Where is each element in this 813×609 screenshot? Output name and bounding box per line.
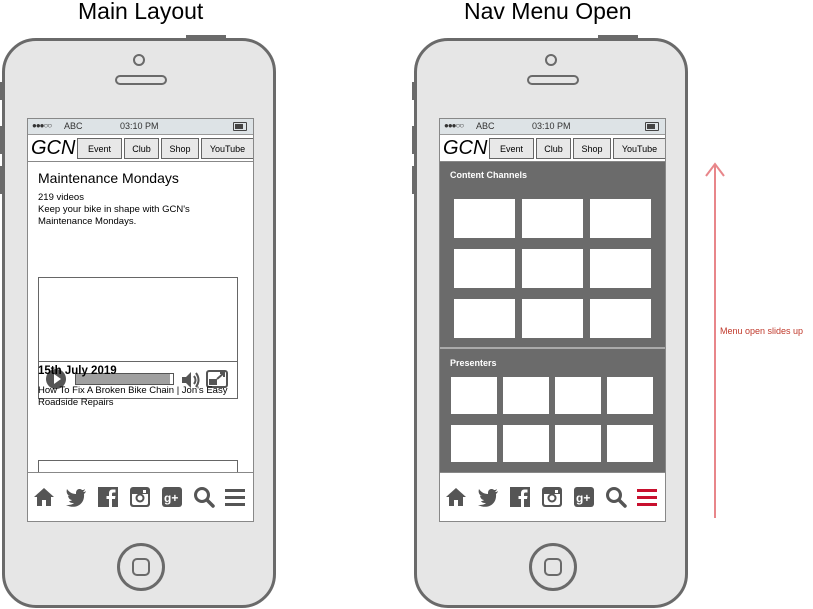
- channel-tile[interactable]: [522, 199, 583, 238]
- screen: ●●●○○ ABC 03:10 PM GCN Event Club Shop Y…: [27, 118, 254, 522]
- facebook-icon[interactable]: [509, 486, 531, 508]
- nav-youtube-button[interactable]: YouTube: [613, 138, 665, 159]
- home-button[interactable]: [529, 543, 577, 591]
- bottom-toolbar: g+: [440, 472, 665, 521]
- top-nav: GCN Event Club Shop YouTube: [28, 135, 253, 162]
- home-button[interactable]: [117, 543, 165, 591]
- presenter-tile[interactable]: [451, 377, 497, 414]
- nav-shop-button[interactable]: Shop: [573, 138, 611, 159]
- screen: ●●●○○ ABC 03:10 PM GCN Event Club Shop Y…: [439, 118, 666, 522]
- facebook-icon[interactable]: [97, 486, 119, 508]
- presenter-tile[interactable]: [555, 377, 601, 414]
- signal-indicator: ●●●○○: [444, 121, 464, 130]
- search-icon[interactable]: [605, 486, 627, 508]
- svg-text:g+: g+: [576, 491, 590, 505]
- clock: 03:10 PM: [120, 121, 159, 131]
- speaker: [115, 75, 167, 85]
- gcn-logo[interactable]: GCN: [443, 137, 487, 160]
- camera: [545, 54, 557, 66]
- menu-divider: [440, 347, 665, 349]
- presenter-tile[interactable]: [555, 425, 601, 462]
- video-count: 219 videos: [38, 192, 84, 203]
- video-title-line-2: Roadside Repairs: [38, 397, 114, 408]
- channel-tile[interactable]: [590, 249, 651, 288]
- nav-menu-open-title: Nav Menu Open: [464, 0, 632, 24]
- gcn-logo[interactable]: GCN: [31, 137, 75, 160]
- phone-nav-menu-open: ●●●○○ ABC 03:10 PM GCN Event Club Shop Y…: [412, 35, 688, 608]
- google-plus-icon[interactable]: g+: [161, 486, 183, 508]
- instagram-icon[interactable]: [129, 486, 151, 508]
- channel-tile[interactable]: [454, 199, 515, 238]
- channel-tile[interactable]: [522, 299, 583, 338]
- home-icon[interactable]: [33, 486, 55, 508]
- menu-slides-up-note: Menu open slides up: [720, 326, 804, 336]
- slide-up-arrow-icon: [705, 162, 725, 518]
- nav-club-button[interactable]: Club: [536, 138, 571, 159]
- menu-icon[interactable]: [224, 486, 246, 508]
- presenters-heading: Presenters: [450, 358, 497, 368]
- nav-menu-overlay: Content Channels Presenters: [440, 162, 665, 474]
- menu-icon-active[interactable]: [636, 486, 658, 508]
- description-line-1: Keep your bike in shape with GCN's: [38, 204, 190, 215]
- battery-icon: [645, 122, 659, 131]
- signal-indicator: ●●●○○: [32, 121, 52, 130]
- nav-club-button[interactable]: Club: [124, 138, 159, 159]
- presenter-tile[interactable]: [503, 377, 549, 414]
- status-bar: ●●●○○ ABC 03:10 PM: [440, 119, 665, 135]
- phone-main-layout: ●●●○○ ABC 03:10 PM GCN Event Club Shop Y…: [0, 35, 276, 608]
- twitter-icon[interactable]: [65, 486, 87, 508]
- search-icon[interactable]: [193, 486, 215, 508]
- instagram-icon[interactable]: [541, 486, 563, 508]
- channel-tile[interactable]: [522, 249, 583, 288]
- presenter-tile[interactable]: [451, 425, 497, 462]
- nav-event-button[interactable]: Event: [77, 138, 122, 159]
- channel-tile[interactable]: [590, 199, 651, 238]
- channel-tile[interactable]: [590, 299, 651, 338]
- presenter-tile[interactable]: [607, 425, 653, 462]
- channel-tile[interactable]: [454, 299, 515, 338]
- clock: 03:10 PM: [532, 121, 571, 131]
- home-icon[interactable]: [445, 486, 467, 508]
- twitter-icon[interactable]: [477, 486, 499, 508]
- carrier-label: ABC: [64, 121, 83, 131]
- video-date: 15th July 2019: [38, 365, 117, 377]
- main-layout-title: Main Layout: [78, 0, 204, 24]
- bottom-toolbar: g+: [28, 472, 253, 521]
- camera: [133, 54, 145, 66]
- video-player[interactable]: [38, 277, 238, 399]
- video-title-line-1: How To Fix A Broken Bike Chain | Jon's E…: [38, 385, 228, 396]
- nav-event-button[interactable]: Event: [489, 138, 534, 159]
- presenter-tile[interactable]: [607, 377, 653, 414]
- presenter-tile[interactable]: [503, 425, 549, 462]
- carrier-label: ABC: [476, 121, 495, 131]
- channel-tile[interactable]: [454, 249, 515, 288]
- nav-shop-button[interactable]: Shop: [161, 138, 199, 159]
- video-title[interactable]: How To Fix A Broken Bike Chain | Jon's E…: [38, 385, 227, 409]
- playlist-title: Maintenance Mondays: [38, 170, 179, 186]
- svg-text:g+: g+: [164, 491, 178, 505]
- google-plus-icon[interactable]: g+: [573, 486, 595, 508]
- description-line-2: Maintenance Mondays.: [38, 216, 137, 227]
- nav-youtube-button[interactable]: YouTube: [201, 138, 253, 159]
- battery-icon: [233, 122, 247, 131]
- speaker: [527, 75, 579, 85]
- status-bar: ●●●○○ ABC 03:10 PM: [28, 119, 253, 135]
- playlist-description: 219 videos Keep your bike in shape with …: [38, 192, 190, 228]
- top-nav: GCN Event Club Shop YouTube: [440, 135, 665, 162]
- content-channels-heading: Content Channels: [450, 170, 528, 180]
